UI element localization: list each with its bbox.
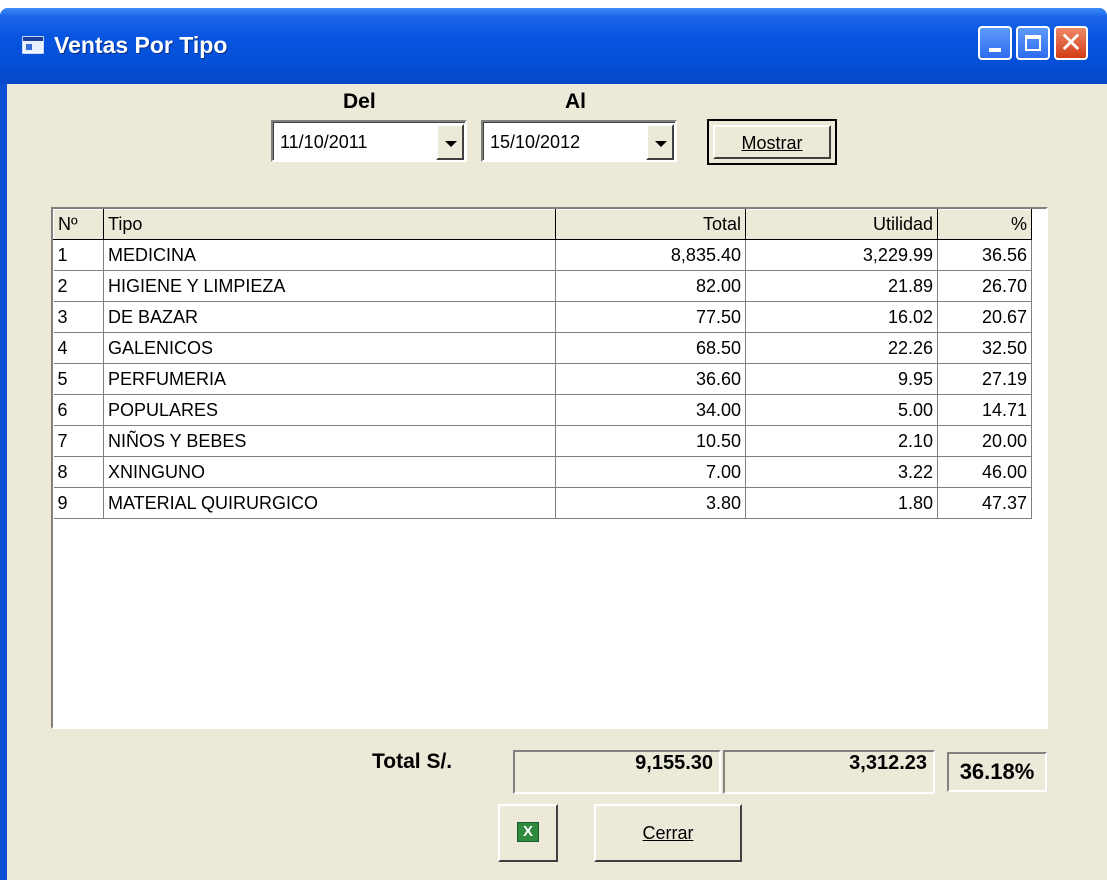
total-utilidad-box: 3,312.23 (723, 750, 935, 794)
mostrar-label: Mostrar (741, 133, 803, 153)
header-tipo[interactable]: Tipo (103, 209, 556, 240)
client-area: Del Al 11/10/2011 15/10/2012 Mostrar Nº … (7, 84, 1107, 880)
cell-utilidad: 3,229.99 (745, 239, 938, 271)
cell-numero: 3 (53, 301, 104, 333)
maximize-icon (1025, 35, 1041, 51)
cell-utilidad: 16.02 (745, 301, 938, 333)
del-date-combo[interactable]: 11/10/2011 (271, 120, 467, 162)
total-utilidad: 3,312.23 (849, 752, 927, 774)
cell-tipo: HIGIENE Y LIMPIEZA (103, 270, 556, 302)
cell-tipo: PERFUMERIA (103, 363, 556, 395)
cell-utilidad: 22.26 (745, 332, 938, 364)
window-title: Ventas Por Tipo (54, 32, 228, 58)
cell-percent: 26.70 (937, 270, 1032, 302)
table-row[interactable]: 7 NIÑOS Y BEBES 10.50 2.10 20.00 (53, 425, 1032, 457)
al-date-combo[interactable]: 15/10/2012 (481, 120, 677, 162)
title-bar[interactable]: Ventas Por Tipo ✕ (0, 8, 1107, 84)
maximize-button[interactable] (1016, 26, 1050, 60)
table-row[interactable]: 3 DE BAZAR 77.50 16.02 20.67 (53, 301, 1032, 333)
cell-tipo: MEDICINA (103, 239, 556, 271)
cell-numero: 5 (53, 363, 104, 395)
header-percent[interactable]: % (937, 209, 1032, 240)
al-date-dropdown-button[interactable] (646, 124, 674, 160)
cell-utilidad: 2.10 (745, 425, 938, 457)
table-row[interactable]: 1 MEDICINA 8,835.40 3,229.99 36.56 (53, 239, 1032, 271)
cell-tipo: DE BAZAR (103, 301, 556, 333)
table-row[interactable]: 5 PERFUMERIA 36.60 9.95 27.19 (53, 363, 1032, 395)
cell-utilidad: 1.80 (745, 487, 938, 519)
cell-total: 68.50 (555, 332, 746, 364)
close-button[interactable]: ✕ (1054, 26, 1088, 60)
ventas-table: Nº Tipo Total Utilidad % 1 MEDICINA 8,83… (53, 209, 1032, 519)
cell-total: 34.00 (555, 394, 746, 426)
minimize-icon (989, 48, 1001, 52)
cell-numero: 1 (53, 239, 104, 271)
cerrar-button[interactable]: Cerrar (594, 804, 742, 862)
cell-total: 7.00 (555, 456, 746, 488)
cell-utilidad: 21.89 (745, 270, 938, 302)
cell-numero: 4 (53, 332, 104, 364)
cell-percent: 27.19 (937, 363, 1032, 395)
cell-numero: 7 (53, 425, 104, 457)
cell-tipo: POPULARES (103, 394, 556, 426)
minimize-button[interactable] (978, 26, 1012, 60)
cell-percent: 32.50 (937, 332, 1032, 364)
header-total[interactable]: Total (555, 209, 746, 240)
cell-utilidad: 9.95 (745, 363, 938, 395)
cell-numero: 2 (53, 270, 104, 302)
table-row[interactable]: 6 POPULARES 34.00 5.00 14.71 (53, 394, 1032, 426)
total-label: Total S/. (372, 750, 453, 773)
cell-percent: 36.56 (937, 239, 1032, 271)
cell-numero: 6 (53, 394, 104, 426)
al-label: Al (565, 90, 586, 113)
cell-total: 8,835.40 (555, 239, 746, 271)
app-window: Ventas Por Tipo ✕ Del Al 11/10/2011 15/1… (0, 8, 1107, 880)
ventas-grid[interactable]: Nº Tipo Total Utilidad % 1 MEDICINA 8,83… (51, 207, 1048, 729)
table-row[interactable]: 4 GALENICOS 68.50 22.26 32.50 (53, 332, 1032, 364)
export-excel-button[interactable]: X (498, 804, 558, 862)
cell-total: 36.60 (555, 363, 746, 395)
al-date-value: 15/10/2012 (490, 132, 581, 152)
del-date-dropdown-button[interactable] (436, 124, 464, 160)
table-header-row: Nº Tipo Total Utilidad % (53, 209, 1032, 240)
mostrar-focus-rect: Mostrar (713, 125, 831, 159)
excel-icon: X (517, 822, 539, 842)
total-amount-box: 9,155.30 (513, 750, 721, 794)
cell-percent: 47.37 (937, 487, 1032, 519)
cell-total: 3.80 (555, 487, 746, 519)
cell-tipo: GALENICOS (103, 332, 556, 364)
mostrar-button[interactable]: Mostrar (707, 119, 837, 165)
cerrar-label: Cerrar (642, 823, 694, 843)
cell-total: 82.00 (555, 270, 746, 302)
cell-tipo: XNINGUNO (103, 456, 556, 488)
dropdown-arrow-icon (655, 141, 667, 147)
cell-utilidad: 5.00 (745, 394, 938, 426)
cell-numero: 8 (53, 456, 104, 488)
cell-percent: 20.67 (937, 301, 1032, 333)
cell-total: 77.50 (555, 301, 746, 333)
table-row[interactable]: 8 XNINGUNO 7.00 3.22 46.00 (53, 456, 1032, 488)
cell-percent: 46.00 (937, 456, 1032, 488)
del-date-value: 11/10/2011 (280, 132, 368, 152)
cell-percent: 14.71 (937, 394, 1032, 426)
dropdown-arrow-icon (445, 141, 457, 147)
cell-percent: 20.00 (937, 425, 1032, 457)
cell-numero: 9 (53, 487, 104, 519)
total-percent: 36.18% (959, 759, 1035, 784)
cell-utilidad: 3.22 (745, 456, 938, 488)
table-row[interactable]: 2 HIGIENE Y LIMPIEZA 82.00 21.89 26.70 (53, 270, 1032, 302)
close-icon: ✕ (1059, 26, 1083, 59)
excel-glyph: X (522, 823, 533, 840)
table-row[interactable]: 9 MATERIAL QUIRURGICO 3.80 1.80 47.37 (53, 487, 1032, 519)
total-amount: 9,155.30 (635, 752, 713, 774)
cell-tipo: MATERIAL QUIRURGICO (103, 487, 556, 519)
window-app-icon (22, 36, 44, 54)
del-label: Del (343, 90, 376, 113)
header-utilidad[interactable]: Utilidad (745, 209, 938, 240)
header-numero[interactable]: Nº (53, 209, 104, 240)
cell-total: 10.50 (555, 425, 746, 457)
total-percent-box: 36.18% (947, 752, 1047, 792)
cell-tipo: NIÑOS Y BEBES (103, 425, 556, 457)
